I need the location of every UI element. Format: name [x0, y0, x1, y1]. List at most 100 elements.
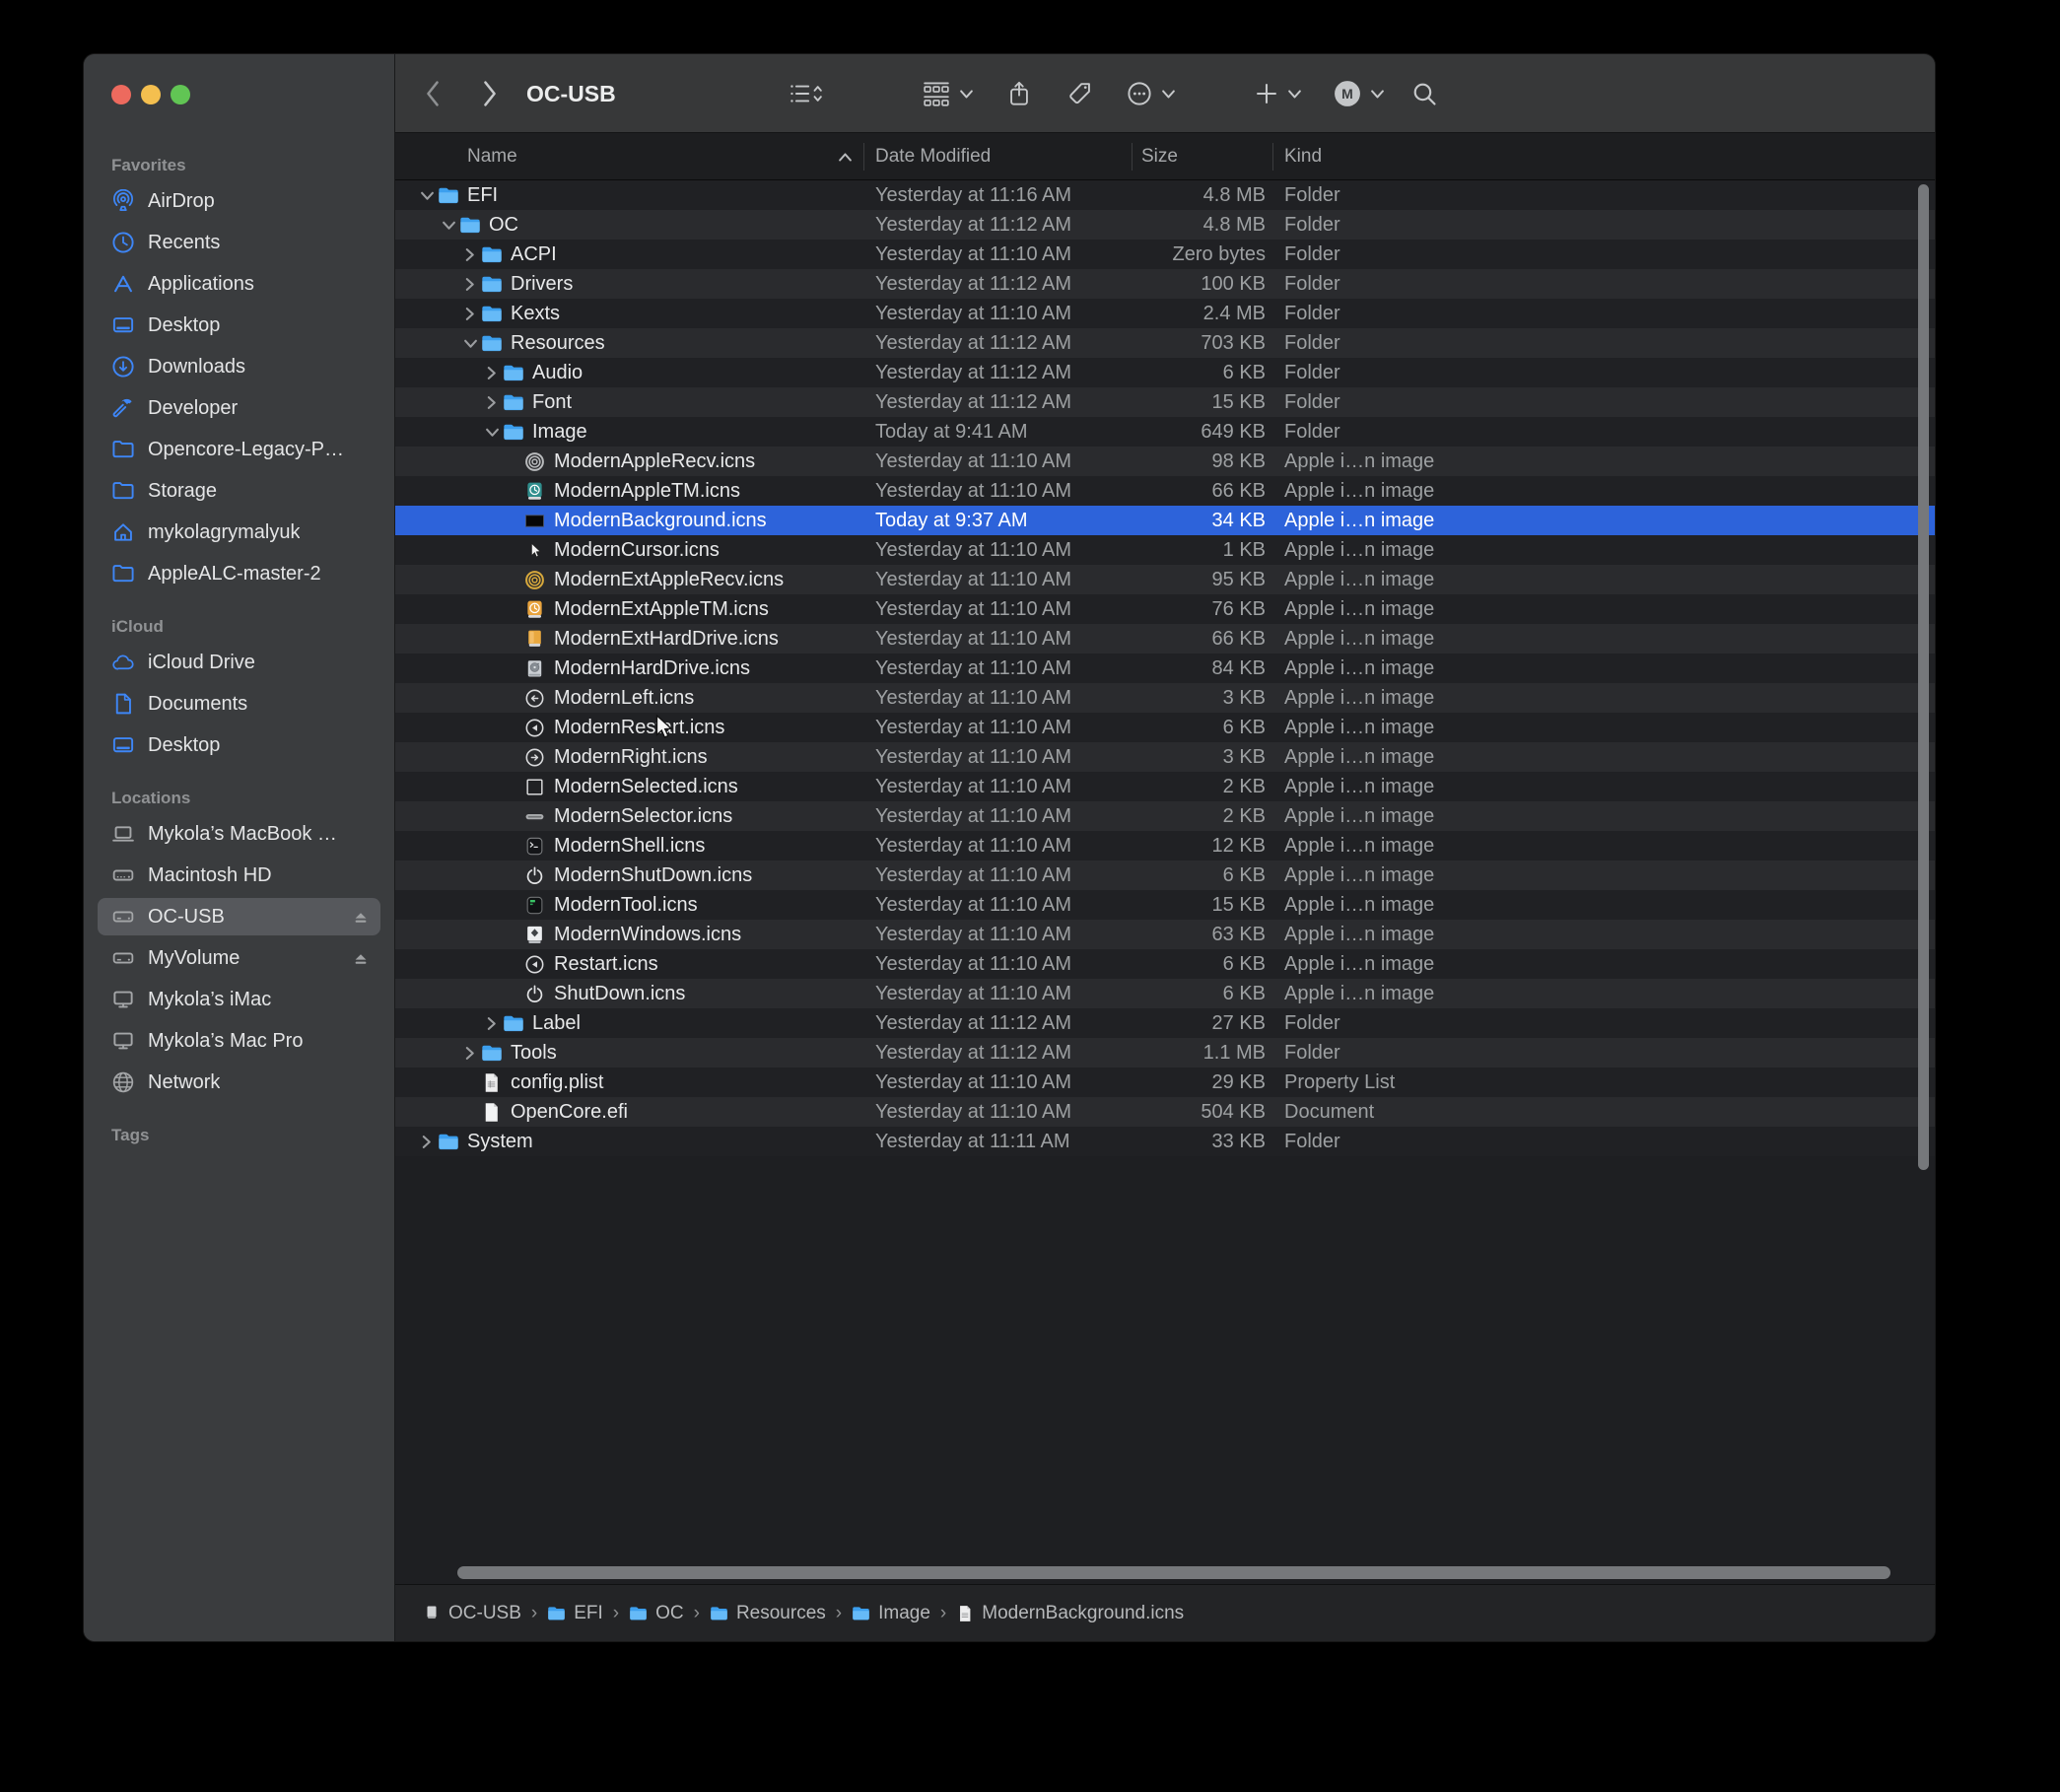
path-separator: ›	[613, 1603, 619, 1624]
file-row[interactable]: ModernSelected.icnsYesterday at 11:10 AM…	[395, 772, 1935, 801]
horizontal-scrollbar[interactable]	[457, 1566, 1890, 1579]
file-row[interactable]: ModernCursor.icnsYesterday at 11:10 AM1 …	[395, 535, 1935, 565]
file-row[interactable]: config.plistYesterday at 11:10 AM29 KBPr…	[395, 1068, 1935, 1097]
sidebar-item-developer[interactable]: Developer	[84, 387, 394, 429]
file-row[interactable]: ModernBackground.icnsToday at 9:37 AM34 …	[395, 506, 1935, 535]
file-size: 504 KB	[1132, 1097, 1266, 1127]
sidebar-item-desktop[interactable]: Desktop	[84, 724, 394, 766]
zoom-window-button[interactable]	[171, 85, 190, 104]
path-segment[interactable]: Resources	[710, 1603, 826, 1624]
tag-icon	[1067, 81, 1093, 106]
column-divider[interactable]	[1272, 143, 1273, 171]
disclosure-right-icon[interactable]	[463, 1038, 476, 1068]
file-row[interactable]: AudioYesterday at 11:12 AM6 KBFolder	[395, 358, 1935, 387]
file-row[interactable]: EFIYesterday at 11:16 AM4.8 MBFolder	[395, 180, 1935, 210]
column-divider[interactable]	[863, 143, 864, 171]
file-row[interactable]: ModernAppleTM.icnsYesterday at 11:10 AM6…	[395, 476, 1935, 506]
vertical-scrollbar[interactable]	[1918, 184, 1929, 1170]
file-row[interactable]: ModernShutDown.icnsYesterday at 11:10 AM…	[395, 861, 1935, 890]
view-options-button[interactable]	[790, 54, 823, 133]
sidebar-item-icloud-drive[interactable]: iCloud Drive	[84, 642, 394, 683]
file-row[interactable]: Restart.icnsYesterday at 11:10 AM6 KBApp…	[395, 949, 1935, 979]
file-row[interactable]: ShutDown.icnsYesterday at 11:10 AM6 KBAp…	[395, 979, 1935, 1008]
sidebar-item-myvolume[interactable]: MyVolume	[84, 937, 394, 979]
disclosure-down-icon[interactable]	[463, 328, 478, 358]
sidebar-item-airdrop[interactable]: AirDrop	[84, 180, 394, 222]
column-header-date[interactable]: Date Modified	[875, 133, 991, 180]
file-row[interactable]: ImageToday at 9:41 AM649 KBFolder	[395, 417, 1935, 447]
column-divider[interactable]	[1132, 143, 1133, 171]
back-button[interactable]	[425, 54, 441, 133]
group-by-button[interactable]	[923, 54, 974, 133]
file-row[interactable]: ACPIYesterday at 11:10 AMZero bytesFolde…	[395, 240, 1935, 269]
file-row[interactable]: ModernRight.icnsYesterday at 11:10 AM3 K…	[395, 742, 1935, 772]
file-row[interactable]: ModernExtAppleTM.icnsYesterday at 11:10 …	[395, 594, 1935, 624]
path-segment[interactable]: EFI	[547, 1603, 603, 1624]
column-header-size[interactable]: Size	[1141, 133, 1178, 180]
disclosure-down-icon[interactable]	[420, 180, 435, 210]
more-actions-button[interactable]	[1127, 54, 1176, 133]
sidebar-item-mykola-s-imac[interactable]: Mykola’s iMac	[84, 979, 394, 1020]
file-row[interactable]: ModernSelector.icnsYesterday at 11:10 AM…	[395, 801, 1935, 831]
file-row[interactable]: DriversYesterday at 11:12 AM100 KBFolder	[395, 269, 1935, 299]
sidebar-item-applications[interactable]: Applications	[84, 263, 394, 305]
file-row[interactable]: ModernExtHardDrive.icnsYesterday at 11:1…	[395, 624, 1935, 654]
file-row[interactable]: ModernTool.icnsYesterday at 11:10 AM15 K…	[395, 890, 1935, 920]
column-header-name[interactable]: Name	[467, 133, 517, 180]
tag-button[interactable]	[1067, 54, 1093, 133]
file-row[interactable]: ModernWindows.icnsYesterday at 11:10 AM6…	[395, 920, 1935, 949]
search-button[interactable]	[1412, 54, 1437, 133]
file-row[interactable]: ModernHardDrive.icnsYesterday at 11:10 A…	[395, 654, 1935, 683]
disclosure-right-icon[interactable]	[463, 299, 476, 328]
sidebar-item-recents[interactable]: Recents	[84, 222, 394, 263]
sidebar-item-mykolagrymalyuk[interactable]: mykolagrymalyuk	[84, 512, 394, 553]
file-row[interactable]: ModernLeft.icnsYesterday at 11:10 AM3 KB…	[395, 683, 1935, 713]
sidebar-item-macintosh-hd[interactable]: Macintosh HD	[84, 855, 394, 896]
sidebar-item-oc-usb[interactable]: OC-USB	[84, 896, 394, 937]
sidebar-item-downloads[interactable]: Downloads	[84, 346, 394, 387]
eject-icon[interactable]	[351, 909, 371, 926]
disclosure-right-icon[interactable]	[485, 387, 498, 417]
account-button[interactable]: M	[1334, 54, 1385, 133]
file-row[interactable]: OCYesterday at 11:12 AM4.8 MBFolder	[395, 210, 1935, 240]
disclosure-right-icon[interactable]	[420, 1127, 433, 1156]
disclosure-right-icon[interactable]	[485, 358, 498, 387]
file-row[interactable]: ModernAppleRecv.icnsYesterday at 11:10 A…	[395, 447, 1935, 476]
disclosure-down-icon[interactable]	[485, 417, 500, 447]
file-row[interactable]: ToolsYesterday at 11:12 AM1.1 MBFolder	[395, 1038, 1935, 1068]
file-row[interactable]: ModernRestart.icnsYesterday at 11:10 AM6…	[395, 713, 1935, 742]
file-row[interactable]: ResourcesYesterday at 11:12 AM703 KBFold…	[395, 328, 1935, 358]
path-segment[interactable]: OC-USB	[423, 1603, 521, 1624]
disclosure-right-icon[interactable]	[463, 269, 476, 299]
file-row[interactable]: LabelYesterday at 11:12 AM27 KBFolder	[395, 1008, 1935, 1038]
file-row[interactable]: SystemYesterday at 11:11 AM33 KBFolder	[395, 1127, 1935, 1156]
file-row[interactable]: ModernExtAppleRecv.icnsYesterday at 11:1…	[395, 565, 1935, 594]
disclosure-right-icon[interactable]	[485, 1008, 498, 1038]
column-header-kind[interactable]: Kind	[1284, 133, 1322, 180]
path-segment[interactable]: ModernBackground.icns	[956, 1603, 1184, 1624]
file-row[interactable]: FontYesterday at 11:12 AM15 KBFolder	[395, 387, 1935, 417]
forward-button[interactable]	[482, 54, 498, 133]
share-button[interactable]	[1008, 54, 1030, 133]
sidebar-item-opencore-legacy-pat-[interactable]: Opencore-Legacy-Pat…	[84, 429, 394, 470]
sidebar-item-documents[interactable]: Documents	[84, 683, 394, 724]
sidebar-item-applealc-master-2[interactable]: AppleALC-master-2	[84, 553, 394, 594]
minimize-window-button[interactable]	[141, 85, 161, 104]
new-item-button[interactable]	[1255, 54, 1302, 133]
file-row[interactable]: OpenCore.efiYesterday at 11:10 AM504 KBD…	[395, 1097, 1935, 1127]
file-kind: Apple i…n image	[1284, 979, 1600, 1008]
eject-icon[interactable]	[351, 950, 371, 967]
file-row[interactable]: ModernShell.icnsYesterday at 11:10 AM12 …	[395, 831, 1935, 861]
file-row[interactable]: KextsYesterday at 11:10 AM2.4 MBFolder	[395, 299, 1935, 328]
sidebar-item-desktop[interactable]: Desktop	[84, 305, 394, 346]
sidebar-item-storage[interactable]: Storage	[84, 470, 394, 512]
path-segment[interactable]: OC	[629, 1603, 684, 1624]
sidebar-item-network[interactable]: Network	[84, 1062, 394, 1103]
sidebar-item-mykola-s-mac-pro[interactable]: Mykola’s Mac Pro	[84, 1020, 394, 1062]
disclosure-down-icon[interactable]	[442, 210, 456, 240]
disclosure-right-icon[interactable]	[463, 240, 476, 269]
close-window-button[interactable]	[111, 85, 131, 104]
sidebar-item-mykola-s-macbook-pro[interactable]: Mykola’s MacBook Pro	[84, 813, 394, 855]
file-kind: Apple i…n image	[1284, 742, 1600, 772]
path-segment[interactable]: Image	[852, 1603, 930, 1624]
